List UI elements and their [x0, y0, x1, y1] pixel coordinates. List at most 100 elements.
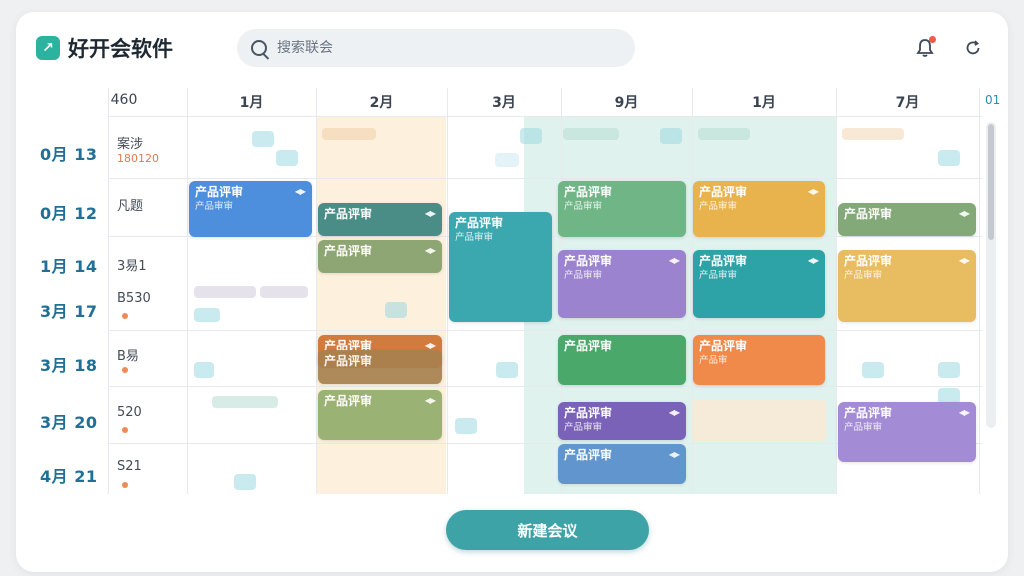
scrollbar-thumb[interactable]: [988, 124, 994, 240]
event-subtitle: 产品审审: [844, 422, 883, 433]
event-title: 产品评审: [324, 244, 373, 258]
search-bar[interactable]: [237, 29, 635, 67]
expand-icon[interactable]: ◀▶: [959, 408, 970, 417]
placeholder-block: [842, 128, 904, 140]
event-title: 产品评审: [844, 406, 893, 420]
status-dot: [122, 427, 128, 433]
event-title: 产品评审: [844, 207, 893, 221]
event-card[interactable]: 产品评审 产品审审 ◀▶: [693, 181, 825, 237]
search-input[interactable]: [277, 40, 577, 56]
event-card[interactable]: 产品评审 产品审审: [558, 181, 686, 237]
row-sub-label: S21: [117, 459, 142, 474]
placeholder-block: [276, 150, 298, 166]
row-sub-label: 案涉: [117, 137, 144, 152]
event-title: 产品评审: [699, 185, 748, 199]
app-title: 好开会软件: [68, 37, 173, 61]
row-date-label: 0月 12: [40, 204, 98, 223]
expand-icon[interactable]: ◀▶: [959, 256, 970, 265]
event-card[interactable]: 产品评审 产品审审 ◀▶: [558, 250, 686, 318]
event-card[interactable]: 产品评审 ◀▶: [838, 203, 976, 236]
expand-icon[interactable]: ◀▶: [425, 209, 436, 218]
event-subtitle: 产品审: [699, 355, 728, 366]
placeholder-block: [692, 400, 826, 442]
event-title: 产品评审: [324, 394, 373, 408]
expand-icon[interactable]: ◀▶: [669, 408, 680, 417]
placeholder-block: [938, 362, 960, 378]
event-card[interactable]: 产品评审 产品审审 ◀▶: [838, 250, 976, 322]
row-date-label: 3月 20: [40, 413, 98, 432]
row-sub-label: B530: [117, 291, 151, 306]
event-card[interactable]: 产品评审 ◀▶: [558, 444, 686, 484]
refresh-icon[interactable]: [962, 37, 984, 59]
event-title: 产品评审: [195, 185, 244, 199]
placeholder-block: [385, 302, 407, 318]
event-subtitle: 产品审审: [699, 270, 738, 281]
event-title: 产品评审: [564, 406, 613, 420]
event-card[interactable]: 产品评审 产品审审 ◀▶: [693, 250, 825, 318]
event-card[interactable]: 产品评审 ◀▶: [318, 240, 442, 273]
placeholder-block: [938, 150, 960, 166]
create-meeting-button[interactable]: 新建会议: [446, 510, 649, 550]
row-date-label: 3月 18: [40, 356, 98, 375]
expand-icon[interactable]: ◀▶: [425, 246, 436, 255]
expand-icon[interactable]: ◀▶: [425, 341, 436, 350]
column-header: 3月: [492, 95, 516, 111]
placeholder-block: [194, 286, 256, 298]
event-subtitle: 产品审审: [699, 201, 738, 212]
status-dot: [122, 367, 128, 373]
event-subtitle: 产品审审: [455, 232, 494, 243]
expand-icon[interactable]: ◀▶: [808, 187, 819, 196]
status-dot: [122, 482, 128, 488]
placeholder-block: [194, 362, 214, 378]
notification-badge: [929, 36, 936, 43]
placeholder-block: [520, 128, 542, 144]
event-title: 产品评审: [455, 216, 504, 230]
event-card[interactable]: 产品评审 产品审审: [449, 212, 552, 322]
app-logo-icon: ↗: [36, 36, 60, 60]
placeholder-block: [862, 362, 884, 378]
event-card[interactable]: 产品评审 产品审: [693, 335, 825, 385]
column-header: 1月: [239, 95, 264, 111]
event-subtitle: 产品审审: [564, 422, 603, 433]
event-title: 产品评审: [699, 339, 748, 353]
event-card[interactable]: 产品评审 产品审审 ◀▶: [189, 181, 312, 237]
placeholder-block: [194, 308, 220, 322]
event-subtitle: 产品审审: [564, 201, 603, 212]
search-icon: [251, 40, 267, 56]
event-title: 产品评审: [324, 207, 373, 221]
placeholder-block: [660, 128, 682, 144]
placeholder-block: [496, 362, 518, 378]
event-card[interactable]: 产品评审 产品审审 ◀▶: [558, 402, 686, 440]
row-date-label: 3月 17: [40, 302, 98, 321]
placeholder-block: [252, 131, 274, 147]
event-subtitle: 产品审审: [844, 270, 883, 281]
column-header: 9月: [614, 95, 639, 111]
placeholder-block: [260, 286, 308, 298]
expand-icon[interactable]: ◀▶: [669, 450, 680, 459]
event-card[interactable]: 产品评审: [558, 335, 686, 385]
event-title: 产品评审: [564, 185, 613, 199]
corner-label: 460: [110, 92, 138, 108]
event-card[interactable]: 产品评审 产品审审 ◀▶: [838, 402, 976, 462]
event-card[interactable]: 产品评审 ◀▶: [318, 203, 442, 236]
event-title: 产品评审: [564, 448, 613, 462]
placeholder-block: [698, 128, 750, 140]
expand-icon[interactable]: ◀▶: [808, 256, 819, 265]
event-card[interactable]: 产品评审: [318, 350, 442, 384]
event-title: 产品评审: [324, 354, 373, 368]
placeholder-block: [322, 128, 376, 140]
row-sub-label: 凡题: [117, 199, 144, 214]
column-header: 2月: [369, 95, 394, 111]
event-title: 产品评审: [844, 254, 893, 268]
placeholder-block: [234, 474, 256, 490]
event-card[interactable]: 产品评审 ◀▶: [318, 390, 442, 440]
row-meta: 180120: [117, 152, 159, 165]
expand-icon[interactable]: ◀▶: [295, 187, 306, 196]
event-title: 产品评审: [564, 254, 613, 268]
row-date-label: 0月 13: [40, 145, 98, 164]
placeholder-block: [495, 153, 519, 167]
expand-icon[interactable]: ◀▶: [959, 209, 970, 218]
expand-icon[interactable]: ◀▶: [425, 396, 436, 405]
column-header: 7月: [895, 95, 920, 111]
expand-icon[interactable]: ◀▶: [669, 256, 680, 265]
